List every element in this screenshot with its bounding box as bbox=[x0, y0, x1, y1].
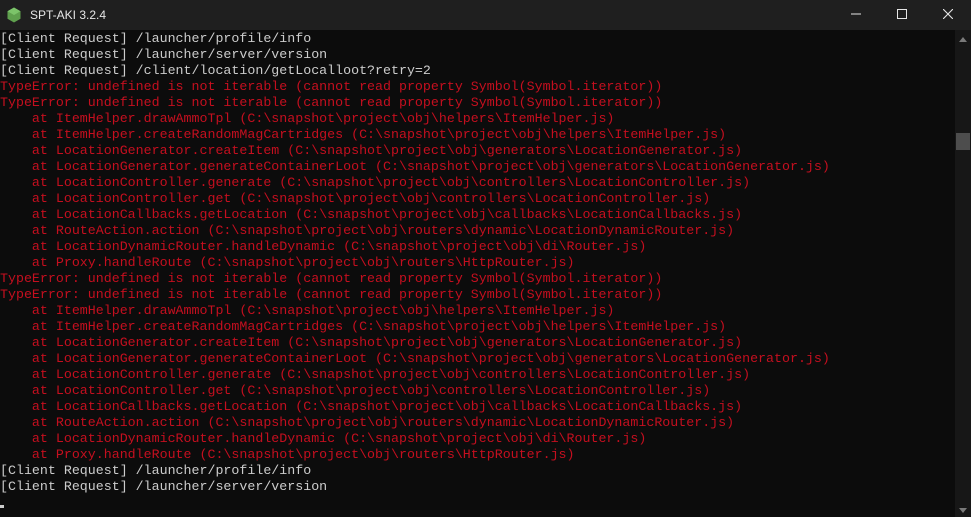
console-line: at LocationController.get (C:\snapshot\p… bbox=[0, 383, 711, 398]
window-title: SPT-AKI 3.2.4 bbox=[30, 8, 107, 22]
close-button[interactable] bbox=[925, 0, 971, 30]
console-line: at LocationGenerator.createItem (C:\snap… bbox=[0, 335, 743, 350]
maximize-icon bbox=[897, 6, 907, 24]
console-line: at LocationCallbacks.getLocation (C:\sna… bbox=[0, 399, 743, 414]
console-line: at LocationGenerator.createItem (C:\snap… bbox=[0, 143, 743, 158]
console-line: [Client Request] /client/location/getLoc… bbox=[0, 63, 431, 78]
scroll-down-button[interactable] bbox=[955, 501, 971, 517]
console-line: at LocationGenerator.generateContainerLo… bbox=[0, 159, 830, 174]
console-line: [Client Request] /launcher/profile/info bbox=[0, 31, 312, 46]
console-line: at RouteAction.action (C:\snapshot\proje… bbox=[0, 223, 735, 238]
console-output[interactable]: [Client Request] /launcher/profile/info[… bbox=[0, 30, 955, 517]
console-window: SPT-AKI 3.2.4 [Client Request] /launcher… bbox=[0, 0, 971, 517]
console-line: [Client Request] /launcher/server/versio… bbox=[0, 479, 328, 494]
vertical-scrollbar[interactable] bbox=[955, 30, 971, 517]
console-line: at Proxy.handleRoute (C:\snapshot\projec… bbox=[0, 447, 575, 462]
console-line: at LocationController.get (C:\snapshot\p… bbox=[0, 191, 711, 206]
console-line: TypeError: undefined is not iterable (ca… bbox=[0, 95, 663, 110]
console-line: at LocationDynamicRouter.handleDynamic (… bbox=[0, 431, 647, 446]
console-line: at ItemHelper.drawAmmoTpl (C:\snapshot\p… bbox=[0, 111, 615, 126]
close-icon bbox=[942, 6, 954, 24]
console-line: at RouteAction.action (C:\snapshot\proje… bbox=[0, 415, 735, 430]
maximize-button[interactable] bbox=[879, 0, 925, 30]
console-line: at LocationGenerator.generateContainerLo… bbox=[0, 351, 830, 366]
scrollbar-thumb[interactable] bbox=[956, 133, 970, 150]
caret-down-icon bbox=[959, 500, 967, 517]
window-controls bbox=[833, 0, 971, 30]
console-line: TypeError: undefined is not iterable (ca… bbox=[0, 79, 663, 94]
console-line: [Client Request] /launcher/profile/info bbox=[0, 463, 312, 478]
console-line: at LocationDynamicRouter.handleDynamic (… bbox=[0, 239, 647, 254]
minimize-button[interactable] bbox=[833, 0, 879, 30]
console-line: [Client Request] /launcher/server/versio… bbox=[0, 47, 328, 62]
text-cursor bbox=[0, 505, 4, 508]
console-line: at LocationCallbacks.getLocation (C:\sna… bbox=[0, 207, 743, 222]
console-line: at LocationController.generate (C:\snaps… bbox=[0, 175, 751, 190]
console-line: at ItemHelper.createRandomMagCartridges … bbox=[0, 127, 727, 142]
title-bar[interactable]: SPT-AKI 3.2.4 bbox=[0, 0, 971, 30]
caret-up-icon bbox=[959, 29, 967, 47]
console-line: at LocationController.generate (C:\snaps… bbox=[0, 367, 751, 382]
console-line: at Proxy.handleRoute (C:\snapshot\projec… bbox=[0, 255, 575, 270]
console-line: TypeError: undefined is not iterable (ca… bbox=[0, 287, 663, 302]
node-hexagon-icon bbox=[6, 7, 22, 23]
console-line: at ItemHelper.createRandomMagCartridges … bbox=[0, 319, 727, 334]
console-line: at ItemHelper.drawAmmoTpl (C:\snapshot\p… bbox=[0, 303, 615, 318]
scroll-up-button[interactable] bbox=[955, 30, 971, 46]
minimize-icon bbox=[851, 6, 861, 24]
console-line: TypeError: undefined is not iterable (ca… bbox=[0, 271, 663, 286]
